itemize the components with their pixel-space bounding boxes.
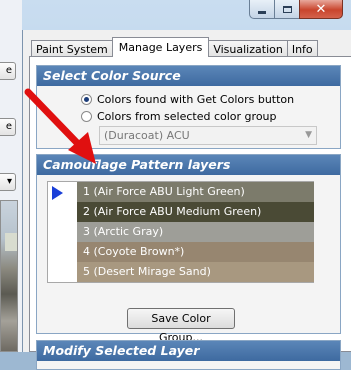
tab-paint-system[interactable]: Paint System <box>31 40 113 57</box>
tab-info[interactable]: Info <box>286 40 318 57</box>
tab-strip: Paint System Manage Layers Visualization… <box>31 37 318 57</box>
selected-layer-pointer-icon <box>52 186 63 200</box>
left-button-1[interactable]: e <box>0 62 16 80</box>
left-button-2[interactable]: e <box>0 118 16 136</box>
maximize-button[interactable] <box>274 0 300 19</box>
minimize-button[interactable] <box>249 0 275 19</box>
window-client: Paint System Manage Layers Visualization… <box>22 30 351 370</box>
select-color-source-header: Select Color Source <box>37 66 340 86</box>
camouflage-layers-header: Camouflage Pattern layers <box>37 155 340 175</box>
camouflage-layers-group: Camouflage Pattern layers 1 (Air Force A… <box>36 154 341 344</box>
layer-item-4[interactable]: 4 (Coyote Brown*) <box>77 242 314 262</box>
color-group-select[interactable]: (Duracoat) ACU ▼ <box>99 126 317 145</box>
layer-item-2[interactable]: 2 (Air Force ABU Medium Green) <box>77 202 314 222</box>
left-panel: e e ▾ <box>0 0 22 352</box>
radio-get-colors[interactable] <box>81 94 92 105</box>
radio-color-group-row[interactable]: Colors from selected color group <box>81 110 277 123</box>
tab-manage-layers[interactable]: Manage Layers <box>111 37 210 57</box>
layers-listbox[interactable]: 1 (Air Force ABU Light Green) 2 (Air For… <box>47 181 314 283</box>
layer-item-3[interactable]: 3 (Arctic Gray) <box>77 222 314 242</box>
save-color-group-button[interactable]: Save Color Group... <box>127 308 235 344</box>
app-window: ✕ Paint System Manage Layers Visualizati… <box>22 0 351 370</box>
layer-item-5[interactable]: 5 (Desert Mirage Sand) <box>77 262 314 282</box>
maximize-icon <box>282 5 292 13</box>
manage-layers-page: Select Color Source Colors found with Ge… <box>29 56 351 370</box>
radio-color-group-label: Colors from selected color group <box>97 110 277 123</box>
tab-visualization[interactable]: Visualization <box>208 40 288 57</box>
radio-get-colors-row[interactable]: Colors found with Get Colors button <box>81 93 294 106</box>
color-group-value: (Duracoat) ACU <box>104 129 190 142</box>
radio-get-colors-label: Colors found with Get Colors button <box>97 93 295 106</box>
modify-layer-header: Modify Selected Layer <box>37 341 340 361</box>
radio-color-group[interactable] <box>81 111 92 122</box>
modify-layer-group: Modify Selected Layer <box>36 340 341 370</box>
title-bar: ✕ <box>22 0 351 30</box>
left-dropdown[interactable]: ▾ <box>0 173 16 191</box>
select-color-source-group: Select Color Source Colors found with Ge… <box>36 65 341 149</box>
photo-thumbnail <box>0 200 18 352</box>
close-button[interactable]: ✕ <box>299 0 343 19</box>
chevron-down-icon: ▼ <box>305 130 312 140</box>
minimize-icon <box>258 10 266 14</box>
close-icon: ✕ <box>315 1 327 17</box>
layer-item-1[interactable]: 1 (Air Force ABU Light Green) <box>77 182 314 202</box>
